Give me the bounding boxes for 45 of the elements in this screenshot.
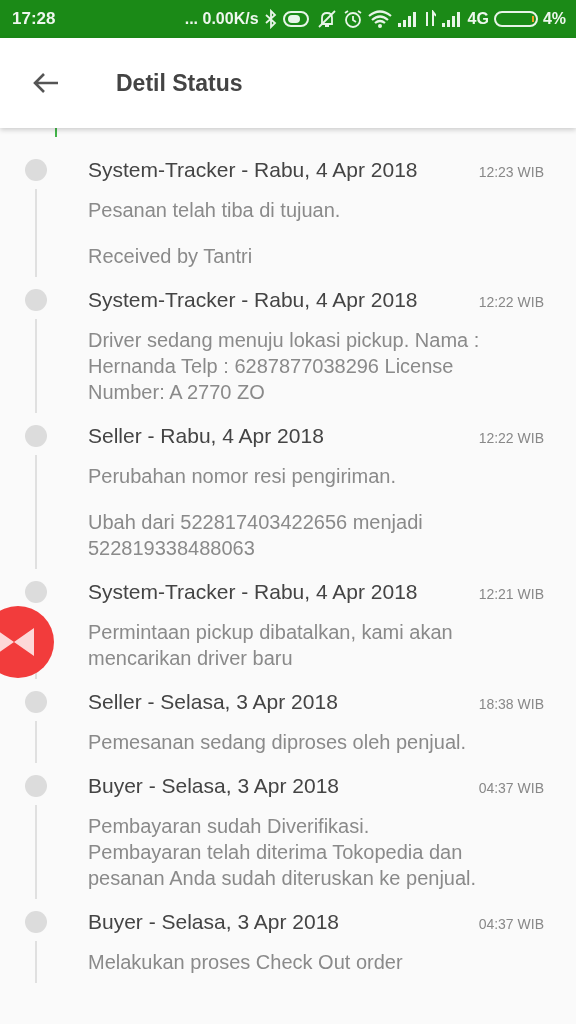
timeline-dot [25, 425, 47, 447]
timeline-dot [25, 775, 47, 797]
event-description: Pembayaran sudah Diverifikasi. Pembayaran telah diterima Tokopedia dan pesanan Anda sudah diteruskan ke penjual. [88, 814, 478, 891]
signal-icon [440, 11, 463, 27]
data-arrows-icon [423, 10, 436, 28]
bluetooth-icon [263, 9, 278, 29]
event-description: Ubah dari 522817403422656 menjadi 522819338488063 [88, 510, 424, 561]
event-title: Seller - Selasa, 3 Apr 2018 [88, 689, 338, 715]
event-title: System-Tracker - Rabu, 4 Apr 2018 [88, 287, 418, 313]
event-description: Melakukan proses Check Out order [88, 950, 404, 975]
timeline-dot [25, 581, 47, 603]
event-description: Pemesanan sedang diproses oleh penjual. [88, 730, 468, 755]
event-description: Permintaan pickup dibatalkan, kami akan mencarikan driver baru [88, 620, 454, 671]
wifi-icon [367, 10, 392, 28]
battery-level: 4% [542, 10, 566, 28]
event-title: Buyer - Selasa, 3 Apr 2018 [88, 909, 339, 935]
event-time: 18:38 WIB [478, 696, 544, 712]
event-description: Pesanan telah tiba di tujuan. [88, 198, 342, 223]
signal-icon [396, 11, 419, 27]
battery-icon [493, 10, 538, 28]
page-title: Detil Status [116, 69, 243, 97]
floating-app-icon[interactable] [0, 606, 54, 678]
timeline-dot [25, 159, 47, 181]
event-title: Buyer - Selasa, 3 Apr 2018 [88, 773, 339, 799]
event-time: 12:22 WIB [478, 430, 544, 446]
timeline-dot [25, 911, 47, 933]
event-time: 04:37 WIB [478, 780, 544, 796]
network-speed: ... 0.00K/s [184, 10, 259, 28]
toggle-icon [282, 10, 311, 28]
event-time: 12:21 WIB [478, 586, 544, 602]
alarm-icon [342, 9, 363, 29]
event-description: Driver sedang menuju lokasi pickup. Nama : Hernanda Telp : 6287877038296 License Number: A 2770 ZO [88, 328, 481, 405]
event-description: Perubahan nomor resi pengiriman. [88, 464, 397, 489]
clock: 17:28 [12, 9, 56, 29]
event-time: 12:23 WIB [478, 164, 544, 180]
event-title: Seller - Rabu, 4 Apr 2018 [88, 423, 324, 449]
event-title: System-Tracker - Rabu, 4 Apr 2018 [88, 157, 418, 183]
back-arrow-icon[interactable] [32, 71, 60, 95]
network-type: 4G [467, 10, 489, 28]
event-time: 04:37 WIB [478, 916, 544, 932]
timeline-dot [25, 691, 47, 713]
event-title: System-Tracker - Rabu, 4 Apr 2018 [88, 579, 418, 605]
event-time: 12:22 WIB [478, 294, 544, 310]
timeline-dot [25, 289, 47, 311]
event-description: Received by Tantri [88, 244, 254, 269]
